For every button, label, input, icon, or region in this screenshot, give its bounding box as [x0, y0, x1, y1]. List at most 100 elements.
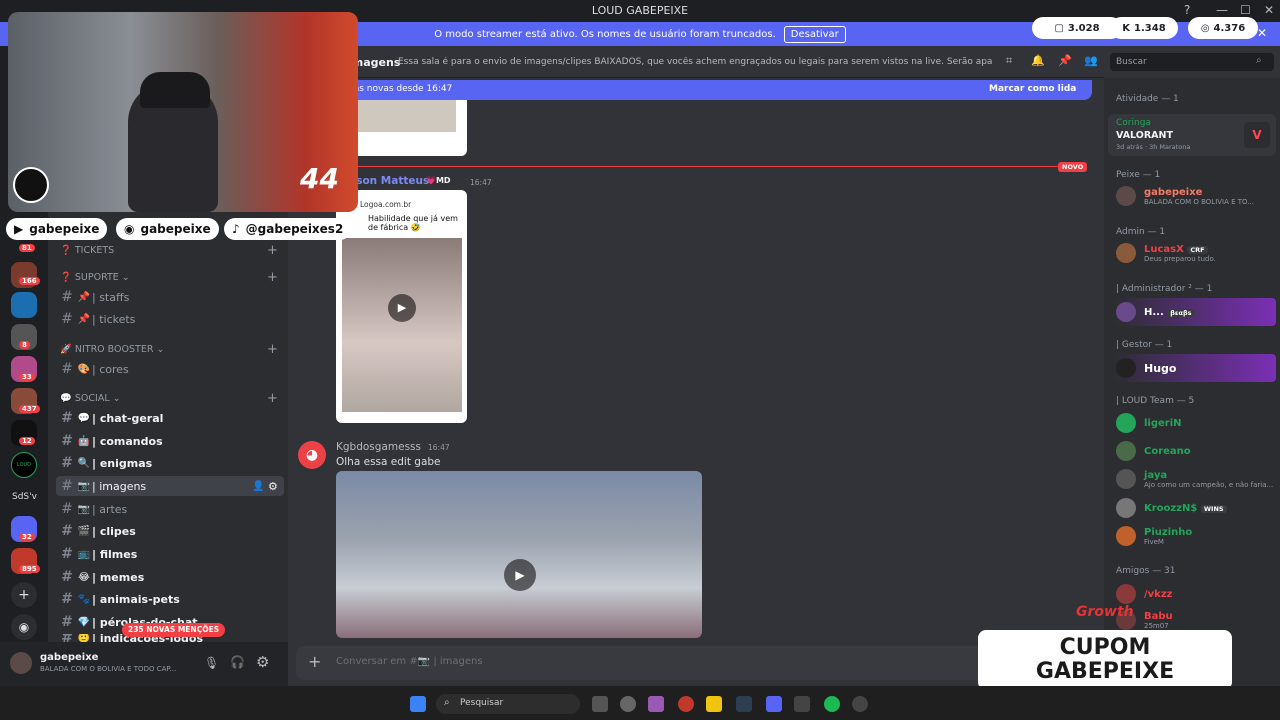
youtube-icon: ▶ — [14, 222, 24, 236]
channel-chat-geral[interactable]: # 💬 | chat-geral — [56, 408, 284, 428]
add-channel-icon[interactable]: + — [267, 342, 278, 357]
play-icon[interactable]: ▶ — [388, 294, 416, 322]
member-item[interactable]: jaya Ajo como um campeão, e não faria... — [1112, 465, 1276, 493]
add-channel-icon[interactable]: + — [267, 391, 278, 406]
app-icon[interactable] — [620, 696, 636, 712]
channel-imagens[interactable]: # 📷 | imagens 👤 ⚙ — [56, 476, 284, 496]
coupon-line1: CUPOM — [1059, 635, 1151, 660]
threads-icon[interactable]: ⌗ — [1006, 54, 1012, 68]
taskbar-search-label: Pesquisar — [460, 698, 504, 708]
channel-filmes[interactable]: # 📺 | filmes — [56, 544, 284, 564]
member-item[interactable]: /vkzz — [1112, 580, 1276, 608]
brand-logo: Growth — [1076, 604, 1134, 620]
channel-cores[interactable]: # 🎨 | cores — [56, 359, 284, 379]
member-category: Amigos — 31 — [1116, 566, 1176, 576]
channel-clipes[interactable]: # 🎬 | clipes — [56, 521, 284, 541]
avatar — [1116, 243, 1136, 263]
channel-enigmas[interactable]: # 🔍 | enigmas — [56, 453, 284, 473]
sds-server-label[interactable]: SdS'v — [12, 492, 37, 502]
category-suporte[interactable]: ❓ SUPORTE ⌄ + — [60, 270, 278, 285]
add-channel-icon[interactable]: + — [267, 243, 278, 258]
discord-icon[interactable] — [766, 696, 782, 712]
logo-icon — [13, 167, 49, 203]
channel-emoji: 📷 — [77, 503, 91, 515]
member-item[interactable]: H... βεαβs — [1112, 298, 1276, 326]
gear-icon[interactable]: ⚙ — [256, 653, 269, 671]
member-item[interactable]: Hugo — [1112, 354, 1276, 382]
avatar — [1116, 526, 1136, 546]
stat-value: 1.348 — [1134, 22, 1166, 34]
video-attachment[interactable]: ▶ — [336, 471, 702, 638]
member-item[interactable]: Coreano — [1112, 437, 1276, 465]
help-icon[interactable]: ? — [1184, 3, 1190, 17]
category-social[interactable]: 💬 SOCIAL ⌄ + — [60, 391, 278, 406]
member-name: jaya — [1144, 469, 1168, 481]
member-list-icon[interactable]: 👥 — [1084, 54, 1098, 67]
close-icon[interactable]: ✕ — [1264, 3, 1274, 17]
windows-start-icon[interactable] — [410, 696, 426, 712]
headphones-icon[interactable]: 🎧 — [230, 655, 245, 669]
cap — [140, 72, 210, 108]
minimize-icon[interactable]: — — [1216, 3, 1228, 17]
channel-comandos[interactable]: # 🤖 | comandos — [56, 431, 284, 451]
add-server-icon[interactable]: + — [11, 582, 37, 608]
channel-tickets[interactable]: # 📌 | tickets — [56, 309, 284, 329]
globe-icon: ◎ — [1200, 22, 1210, 34]
message-composer[interactable]: + Conversar em #📷 | imagens — [296, 646, 1096, 680]
new-messages-bar[interactable]: ens novas desde 16:47 Marcar como lida — [340, 80, 1092, 100]
folder-icon[interactable] — [706, 696, 722, 712]
avatar — [1116, 302, 1136, 322]
maximize-icon[interactable]: ☐ — [1240, 3, 1251, 17]
member-item[interactable]: KroozzN$ WINS — [1112, 494, 1276, 522]
mark-read-button[interactable]: Marcar como lida — [989, 84, 1076, 94]
member-category: Atividade — 1 — [1116, 94, 1179, 104]
category-tickets[interactable]: ❓ TICKETS + — [60, 243, 278, 258]
taskbar-search[interactable]: ⌕ Pesquisar — [436, 694, 580, 714]
steam-icon[interactable] — [736, 696, 752, 712]
channel-memes[interactable]: # 😂 | memes — [56, 567, 284, 587]
copilot-icon[interactable] — [648, 696, 664, 712]
new-mentions-pill[interactable]: 235 NOVAS MENÇÕES — [122, 623, 226, 637]
message-author[interactable]: Kgbdosgamesss — [336, 441, 421, 453]
spotify-icon[interactable] — [824, 696, 840, 712]
opera-icon[interactable] — [678, 696, 694, 712]
task-view-icon[interactable] — [592, 696, 608, 712]
discord-avatar-icon[interactable]: ◕ — [298, 441, 326, 469]
member-badge: βεαβs — [1167, 308, 1195, 317]
social-handle: gabepeixe — [140, 222, 211, 236]
disable-streamer-button[interactable]: Desativar — [783, 25, 846, 43]
avatar[interactable] — [10, 652, 32, 674]
channel-animais-pets[interactable]: # 🐾 | animais-pets — [56, 589, 284, 609]
server-badge: 166 — [19, 277, 40, 285]
play-icon[interactable]: ▶ — [504, 559, 536, 591]
server-icon[interactable] — [11, 292, 37, 318]
activity-game: VALORANT — [1116, 130, 1173, 141]
channel-header: imagens Essa sala é para o envio de imag… — [288, 46, 1104, 78]
close-banner-icon[interactable]: ✕ — [1257, 26, 1267, 40]
taskbar — [0, 686, 1280, 720]
channel-staffs[interactable]: # 📌 | staffs — [56, 287, 284, 307]
member-item[interactable]: ligeriN — [1112, 409, 1276, 437]
member-item[interactable]: LucasX CRF Deus preparou tudo. — [1112, 239, 1276, 267]
search-input[interactable]: Buscar ⌕ — [1110, 53, 1274, 71]
add-attachment-icon[interactable]: + — [308, 652, 321, 671]
gear-icon[interactable]: ⚙ — [268, 480, 278, 493]
member-name: Coreano — [1144, 445, 1191, 457]
pin-icon[interactable]: 📌 — [1058, 54, 1072, 67]
member-item[interactable]: Piuzinho FiveM — [1112, 522, 1276, 550]
microphone-icon[interactable]: 🎙 — [204, 656, 219, 670]
new-badge: NOVO — [1058, 162, 1088, 172]
invite-icon[interactable]: 👤 — [252, 481, 264, 492]
app-icon[interactable] — [794, 696, 810, 712]
activity-card[interactable]: Coringa VALORANT 3d atrás · 3h Maratona … — [1108, 114, 1276, 156]
obs-icon[interactable] — [852, 696, 868, 712]
image-attachment[interactable]: Logoa.com.br Habilidade que já vem de fá… — [336, 190, 467, 423]
category-nitro[interactable]: 🚀 NITRO BOOSTER ⌄ + — [60, 342, 278, 357]
add-channel-icon[interactable]: + — [267, 270, 278, 285]
bell-icon[interactable]: 🔔 — [1031, 54, 1045, 67]
discover-icon[interactable]: ◉ — [11, 614, 37, 640]
loud-server-icon[interactable]: LOUD — [11, 452, 37, 478]
member-item[interactable]: gabepeixe BALADA COM O BOLIVIA E TO... — [1112, 182, 1276, 210]
coupon-line2: GABEPEIXE — [1035, 659, 1175, 684]
channel-artes[interactable]: # 📷 | artes — [56, 499, 284, 519]
